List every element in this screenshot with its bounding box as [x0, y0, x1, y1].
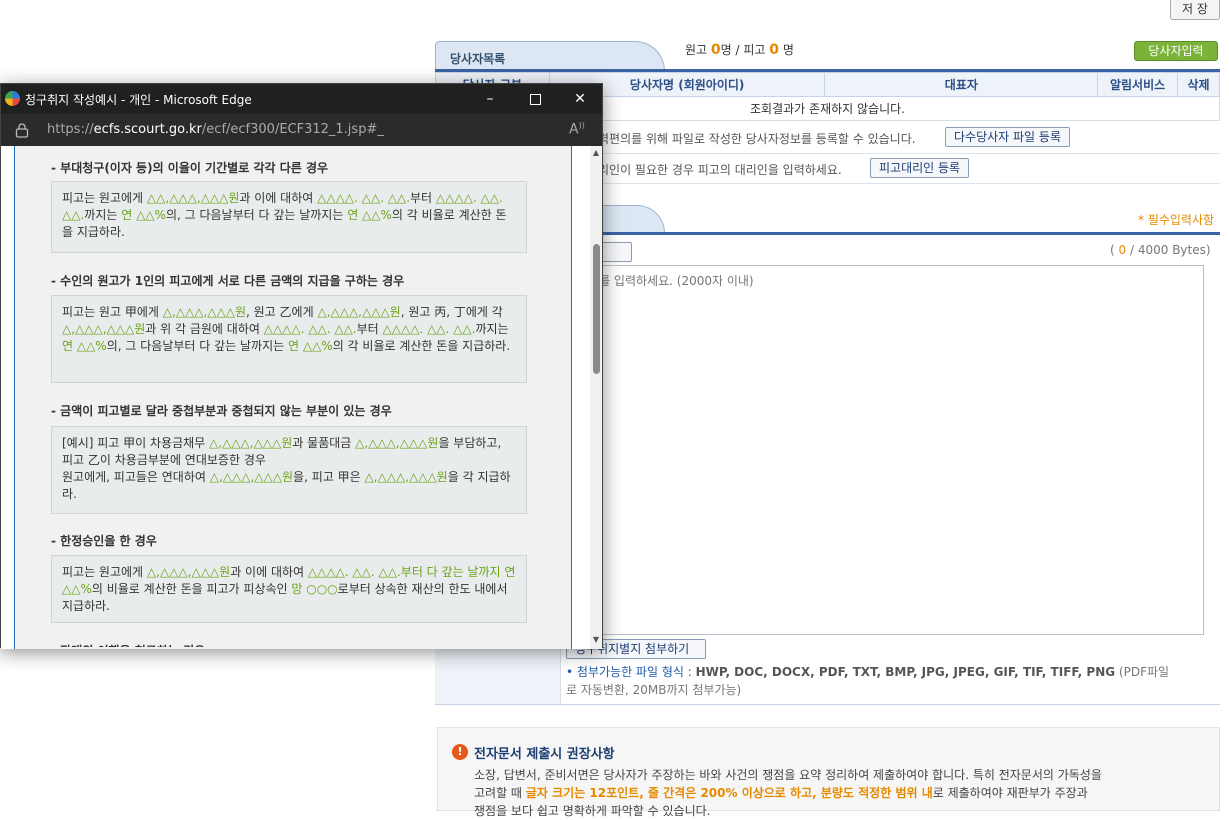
placeholder-value: △△△△. △△. △△.	[382, 322, 476, 336]
placeholder-value: △,△△△,△△△원	[209, 436, 293, 450]
plaintiff-count: 0	[710, 42, 721, 58]
example-text: 과 위 각 금원에 대하여	[145, 322, 264, 336]
section-title: - 장래의 이행을 청구하는 경우	[51, 642, 205, 647]
placeholder-value: 연 △△%	[121, 208, 166, 222]
window-title: 청구취지 작성예시 - 개인 - Microsoft Edge	[25, 93, 252, 107]
placeholder-value: △,△△△,△△△원	[146, 565, 231, 579]
column-header: 삭제	[1177, 72, 1220, 97]
section-title: - 수인의 원고가 1인의 피고에게 서로 다른 금액의 지급을 구하는 경우	[51, 274, 405, 288]
attach-info: • 첨부가능한 파일 형식 : HWP, DOC, DOCX, PDF, TXT…	[566, 665, 1170, 697]
placeholder-value: △,△△△,△△△원	[209, 470, 294, 484]
notice-highlight: 글자 크기는 12포인트, 줄 간격은 200% 이상으로 하고, 분량도 적정…	[525, 786, 933, 800]
read-aloud-icon[interactable]: A))	[569, 121, 585, 138]
attach-formats: HWP, DOC, DOCX, PDF, TXT, BMP, JPG, JPEG…	[695, 665, 1116, 679]
example-text: 의, 그 다음날부터 다 갚는 날까지는	[165, 208, 348, 222]
party-count: 원고 0명 / 피고 0 명	[685, 41, 794, 58]
example-text: , 원고 丙, 丁에게 각	[400, 305, 503, 319]
example-text: 피고는 원고에게	[62, 565, 147, 579]
placeholder-value: △△△△. △△. △△.	[317, 191, 411, 205]
title-bar[interactable]: 청구취지 작성예시 - 개인 - Microsoft Edge – ✕	[1, 84, 602, 114]
section-title: - 부대청구(이자 등)의 이율이 기간별로 각각 다른 경우	[51, 161, 329, 175]
example-box: [예시] 피고 甲이 차용금채무 △,△△△,△△△원과 물품대금 △,△△△,…	[51, 426, 527, 514]
example-text: 부터	[410, 191, 436, 205]
attach-label: 첨부가능한 파일 형식	[576, 665, 684, 679]
example-text: , 원고 乙에게	[246, 305, 318, 319]
url-text[interactable]: https://ecfs.scourt.go.kr/ecf/ecf300/ECF…	[47, 122, 384, 137]
example-text: 원고에게, 피고들은 연대하여	[62, 470, 210, 484]
scroll-down-icon[interactable]: ▼	[591, 635, 601, 644]
placeholder-value: △△,△△△,△△△원	[146, 191, 240, 205]
defendant-count: 0	[769, 42, 780, 58]
close-icon[interactable]: ✕	[557, 84, 603, 114]
notice-body: 소장, 답변서, 준비서면은 당사자가 주장하는 바와 사건의 쟁점을 요약 정…	[474, 768, 1102, 818]
app-icon	[5, 91, 20, 106]
placeholder-value: △△△△. △△. △△.	[263, 322, 357, 336]
example-text: 까지는	[475, 322, 509, 336]
example-box: 피고는 원고에게 △,△△△,△△△원과 이에 대하여 △△△△. △△. △△…	[51, 555, 527, 623]
section-title: - 한정승인을 한 경우	[51, 534, 157, 548]
example-text: [예시] 피고 甲이 차용금채무	[62, 436, 210, 450]
placeholder-value: △,△△△,△△△원	[62, 322, 146, 336]
plaintiff-label: 원고	[685, 43, 708, 57]
example-text: 부터	[356, 322, 383, 336]
example-text: 의, 그 다음날부터 다 갚는 날까지는	[106, 339, 288, 353]
byte-counter: ( 0 / 4000 Bytes)	[1110, 243, 1211, 257]
defendant-agent-button[interactable]: 피고대리인 등록	[870, 158, 970, 178]
popup-window: 청구취지 작성예시 - 개인 - Microsoft Edge – ✕ http…	[0, 83, 603, 649]
notice-title: 전자문서 제출시 권장사항	[474, 747, 615, 762]
column-header: 알림서비스	[1097, 72, 1178, 97]
multi-party-text: 력편의를 위해 파일로 작성한 당사자정보를 등록할 수 있습니다.	[598, 132, 916, 146]
placeholder-value: 연 △△%	[62, 339, 107, 353]
example-box: 피고는 원고 甲에게 △,△△△,△△△원, 원고 乙에게 △,△△△,△△△원…	[51, 295, 527, 383]
placeholder-value: △,△△△,△△△원	[364, 470, 448, 484]
example-text: 과 물품대금	[292, 436, 356, 450]
placeholder-value: △,△△△,△△△원	[355, 436, 439, 450]
byte-current: 0	[1118, 243, 1127, 257]
example-text: 과 이에 대하여	[239, 191, 318, 205]
multi-party-file-button[interactable]: 다수당사자 파일 등록	[945, 127, 1070, 147]
placeholder-value: △,△△△,△△△원	[162, 305, 247, 319]
scroll-up-icon[interactable]: ▲	[591, 148, 601, 157]
example-text: 과 이에 대하여	[230, 565, 308, 579]
placeholder-value: 망 ○○○	[291, 582, 338, 596]
section-title: - 금액이 피고별로 달라 중첩부분과 중첩되지 않는 부분이 있는 경우	[51, 404, 392, 418]
example-text: 의 비율로 계산한 돈을 피고가 피상속인	[91, 582, 292, 596]
party-list-tab[interactable]: 당사자목록	[435, 41, 665, 71]
column-header: 대표자	[824, 72, 1099, 97]
example-text: 까지는	[84, 208, 122, 222]
attach-note-2: 로 자동변환, 20MB까지 첨부가능)	[566, 683, 742, 697]
example-text: 피고는 원고 甲에게	[62, 305, 163, 319]
example-text: 의 각 비율로 계산한 돈을 지급하라.	[332, 339, 511, 353]
address-bar[interactable]: https://ecfs.scourt.go.kr/ecf/ecf300/ECF…	[1, 114, 602, 146]
agent-text: 리인이 필요한 경우 피고의 대리인을 입력하세요.	[598, 163, 842, 177]
divider	[435, 704, 1220, 705]
example-text: 피고는 원고에게	[62, 191, 147, 205]
example-text: 을, 피고 甲은	[293, 470, 365, 484]
attach-note: (PDF파일	[1118, 665, 1170, 679]
defendant-unit: 명	[782, 43, 794, 57]
save-button[interactable]: 저 장	[1170, 0, 1220, 20]
claim-purpose-textarea[interactable]	[566, 265, 1204, 635]
plaintiff-unit: 명 / 피고	[720, 43, 766, 57]
party-input-button[interactable]: 당사자입력	[1134, 41, 1218, 61]
placeholder-value: △,△△△,△△△원	[317, 305, 401, 319]
example-box: 피고는 원고에게 △△,△△△,△△△원과 이에 대하여 △△△△. △△. △…	[51, 181, 527, 253]
scrollbar[interactable]	[590, 146, 602, 649]
maximize-icon[interactable]	[512, 84, 558, 114]
placeholder-value: 연 △△%	[347, 208, 392, 222]
warning-icon: !	[452, 744, 468, 760]
lock-icon	[15, 123, 29, 138]
required-note: * 필수입력사항	[1138, 213, 1215, 227]
placeholder-value: 연 △△%	[287, 339, 333, 353]
minimize-icon[interactable]: –	[467, 84, 513, 114]
scroll-thumb[interactable]	[593, 244, 600, 374]
